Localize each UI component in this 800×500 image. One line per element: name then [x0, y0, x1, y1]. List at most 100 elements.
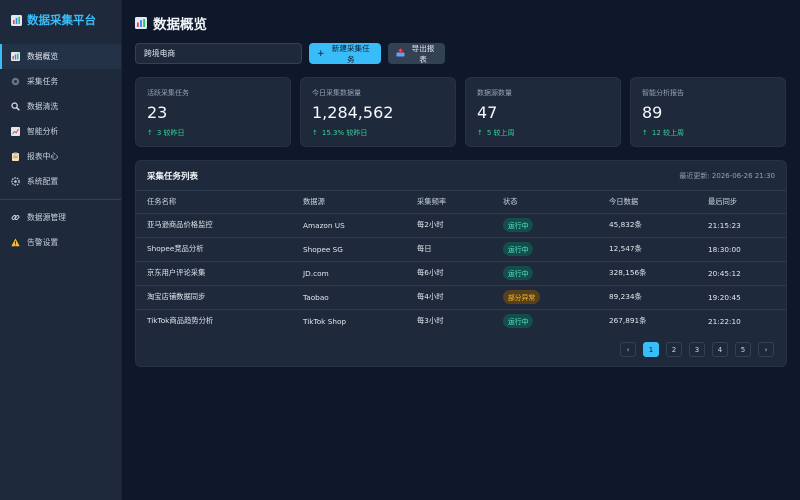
task-today-count: 267,891条 [609, 316, 647, 326]
warning-icon [11, 238, 20, 247]
column-header[interactable]: 任务名称 [136, 191, 292, 214]
task-last-sync: 19:20:45 [697, 285, 786, 310]
task-name: Shopee竞品分析 [136, 237, 292, 262]
sidebar-item-label: 数据概览 [27, 52, 59, 61]
sidebar-item-analysis[interactable]: 智能分析 [0, 119, 121, 144]
stat-value: 1,284,562 [312, 103, 394, 122]
sidebar-item-label: 报表中心 [27, 152, 59, 161]
sidebar-item-label: 告警设置 [27, 238, 59, 247]
stat-card-data-sources: 数据源数量 47 ↑ 5 较上周 [465, 77, 621, 147]
stat-label: 今日采集数据量 [312, 89, 361, 97]
export-report-button[interactable]: 导出报表 [388, 43, 445, 64]
table-row[interactable]: 淘宝店铺数据同步 Taobao 每4小时 部分异常 89,234条 19:20:… [136, 285, 786, 310]
sidebar-item-reports[interactable]: 报表中心 [0, 144, 121, 169]
task-today-count: 12,547条 [598, 237, 697, 262]
trend-icon [11, 127, 20, 136]
task-today-count: 89,234条 [598, 285, 697, 310]
task-last-sync: 18:30:00 [697, 237, 786, 262]
stat-label: 数据源数量 [477, 89, 512, 97]
page-button-5[interactable]: 5 [735, 342, 751, 357]
task-last-sync: 21:15:23 [697, 213, 786, 238]
arrow-up-icon: ↑ [312, 129, 318, 137]
table-header-row: 任务名称 数据源 采集频率 状态 今日数据 最后同步 [136, 191, 786, 214]
status-badge: 部分异常 [503, 290, 541, 304]
column-header[interactable]: 采集频率 [406, 191, 492, 214]
sidebar-item-cleaning[interactable]: 数据清洗 [0, 94, 121, 119]
task-source: TikTok Shop [303, 316, 347, 326]
column-header[interactable]: 状态 [492, 191, 598, 214]
brand-title: 数据采集平台 [27, 13, 96, 27]
toolbar: + 新建采集任务 导出报表 [135, 43, 445, 64]
bar-chart-icon [135, 17, 147, 29]
panel-title: 采集任务列表 [147, 171, 199, 182]
task-name: TikTok商品趋势分析 [147, 316, 214, 326]
page-button-2[interactable]: 2 [666, 342, 682, 357]
sidebar-item-label: 采集任务 [27, 77, 59, 86]
page-button-3[interactable]: 3 [689, 342, 705, 357]
task-table-panel: 采集任务列表 最近更新: 2026-06-26 21:30 任务名称 数据源 采… [135, 160, 787, 367]
new-task-button[interactable]: + 新建采集任务 [309, 43, 381, 64]
column-header[interactable]: 今日数据 [598, 191, 697, 214]
prev-page-button[interactable]: ‹ [620, 342, 636, 357]
task-source: JD.com [292, 261, 406, 286]
column-header[interactable]: 数据源 [292, 191, 406, 214]
stat-trend: ↑ 15.3% 较昨日 [312, 128, 444, 138]
stat-value: 23 [147, 103, 168, 122]
table-row[interactable]: TikTok商品趋势分析 TikTok Shop 每3小时 运行中 267,89… [136, 309, 786, 333]
stat-card-reports: 智能分析报告 89 ↑ 12 较上周 [630, 77, 786, 147]
stat-value: 89 [642, 103, 663, 122]
stat-trend-text: 15.3% 较昨日 [321, 129, 368, 137]
task-frequency: 每6小时 [406, 261, 492, 286]
stat-card-active-tasks: 活跃采集任务 23 ↑ 3 较昨日 [135, 77, 291, 147]
export-tray-icon [396, 47, 405, 60]
link-icon [11, 213, 20, 222]
new-task-label: 新建采集任务 [331, 43, 370, 64]
arrow-up-icon: ↑ [477, 129, 483, 137]
stat-trend: ↑ 5 较上周 [477, 128, 609, 138]
sidebar-item-overview[interactable]: 数据概览 [0, 44, 121, 69]
page-button-4[interactable]: 4 [712, 342, 728, 357]
sidebar-item-tasks[interactable]: 采集任务 [0, 69, 121, 94]
sidebar-item-label: 智能分析 [27, 127, 59, 136]
stat-label: 智能分析报告 [642, 89, 684, 97]
page-title-text: 数据概览 [153, 17, 207, 33]
table-row[interactable]: 京东用户评论采集 JD.com 每6小时 运行中 328,156条 20:45:… [136, 261, 786, 286]
clipboard-icon [11, 152, 20, 161]
task-source: Amazon US [292, 213, 406, 238]
sidebar-item-label: 数据源管理 [27, 213, 66, 222]
task-name: 淘宝店铺数据同步 [136, 285, 292, 310]
task-source: Taobao [292, 285, 406, 310]
column-header[interactable]: 最后同步 [697, 191, 786, 214]
arrow-up-icon: ↑ [147, 129, 153, 137]
task-source: Shopee SG [292, 237, 406, 262]
task-last-sync: 21:22:10 [708, 316, 741, 326]
table-row[interactable]: 亚马逊商品价格监控 Amazon US 每2小时 运行中 45,832条 21:… [136, 213, 786, 238]
next-page-button[interactable]: › [758, 342, 774, 357]
sidebar-item-alerts[interactable]: 告警设置 [0, 230, 121, 255]
panel-header: 采集任务列表 最近更新: 2026-06-26 21:30 [136, 161, 786, 191]
sidebar-item-settings[interactable]: 系统配置 [0, 169, 121, 194]
task-frequency: 每2小时 [406, 213, 492, 238]
magnifier-icon [11, 102, 20, 111]
task-frequency: 每4小时 [406, 285, 492, 310]
arrow-up-icon: ↑ [642, 129, 648, 137]
brand[interactable]: 数据采集平台 [0, 0, 121, 40]
stat-value: 47 [477, 103, 498, 122]
task-last-sync: 20:45:12 [697, 261, 786, 286]
table-row[interactable]: Shopee竞品分析 Shopee SG 每日 运行中 12,547条 18:3… [136, 237, 786, 262]
export-label: 导出报表 [411, 43, 435, 64]
stat-trend: ↑ 12 较上周 [642, 128, 774, 138]
sidebar-item-label: 数据清洗 [27, 102, 59, 111]
sidebar-item-datasources[interactable]: 数据源管理 [0, 205, 121, 230]
page-button-1[interactable]: 1 [643, 342, 659, 357]
status-badge: 运行中 [503, 266, 534, 280]
search-input[interactable] [135, 43, 302, 64]
chart-icon [11, 52, 20, 61]
sidebar: 数据采集平台 数据概览 采集任务 数据清洗 智能分析 报表中心 系统配置 数据源… [0, 0, 122, 500]
last-updated: 最近更新: 2026-06-26 21:30 [679, 171, 775, 180]
task-today-count: 45,832条 [598, 213, 697, 238]
stat-trend-text: 12 较上周 [651, 129, 685, 137]
status-badge: 运行中 [503, 242, 534, 256]
plus-icon: + [317, 48, 325, 59]
task-today-count: 328,156条 [598, 261, 697, 286]
